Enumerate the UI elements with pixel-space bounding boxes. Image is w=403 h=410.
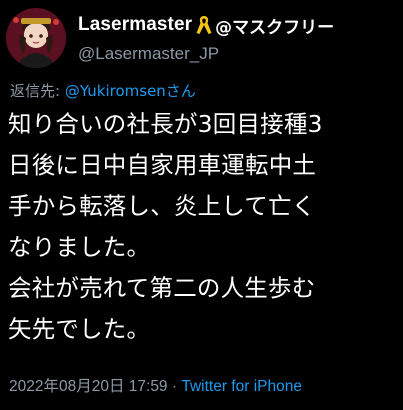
tweet-body-line: 日後に日中自家用車運転中土 (8, 151, 317, 179)
tweet-meta: 2022年08月20日 17:59 · Twitter for iPhone (9, 374, 302, 396)
tweet-timestamp[interactable]: 2022年08月20日 17:59 (9, 378, 168, 395)
tweet-body-line: 手から転落し、炎上して亡く (8, 192, 316, 220)
author-handle[interactable]: @Lasermaster_JP (78, 44, 219, 64)
tweet-card: Lasermaster @マスクフリー @Lasermaster_JP 返信先:… (0, 0, 403, 410)
reply-prefix: 返信先: (10, 82, 65, 100)
tweet-body: 知り合いの社長が3回目接種3 日後に日中自家用車運転中土 手から転落し、炎上して… (8, 104, 398, 350)
author-name-row[interactable]: Lasermaster @マスクフリー (78, 12, 334, 38)
author-name-suffix[interactable]: @マスクフリー (215, 13, 334, 38)
avatar[interactable] (6, 8, 66, 68)
tweet-body-line: 会社が売れて第二の人生歩む (8, 274, 316, 302)
tweet-body-line: なりました。 (8, 233, 151, 261)
reply-context: 返信先: @Yukiromsenさん (10, 80, 196, 101)
tweet-body-line: 矢先でした。 (8, 315, 151, 343)
tweet-body-line: 知り合いの社長が3回目接種3 (8, 110, 323, 138)
yellow-ribbon-icon (194, 14, 214, 36)
tweet-source-link[interactable]: Twitter for iPhone (181, 378, 302, 395)
author-display-name[interactable]: Lasermaster (78, 14, 192, 36)
reply-target-link[interactable]: @Yukiromsenさん (65, 82, 196, 100)
avatar-image (6, 8, 66, 68)
meta-separator: · (167, 378, 182, 395)
